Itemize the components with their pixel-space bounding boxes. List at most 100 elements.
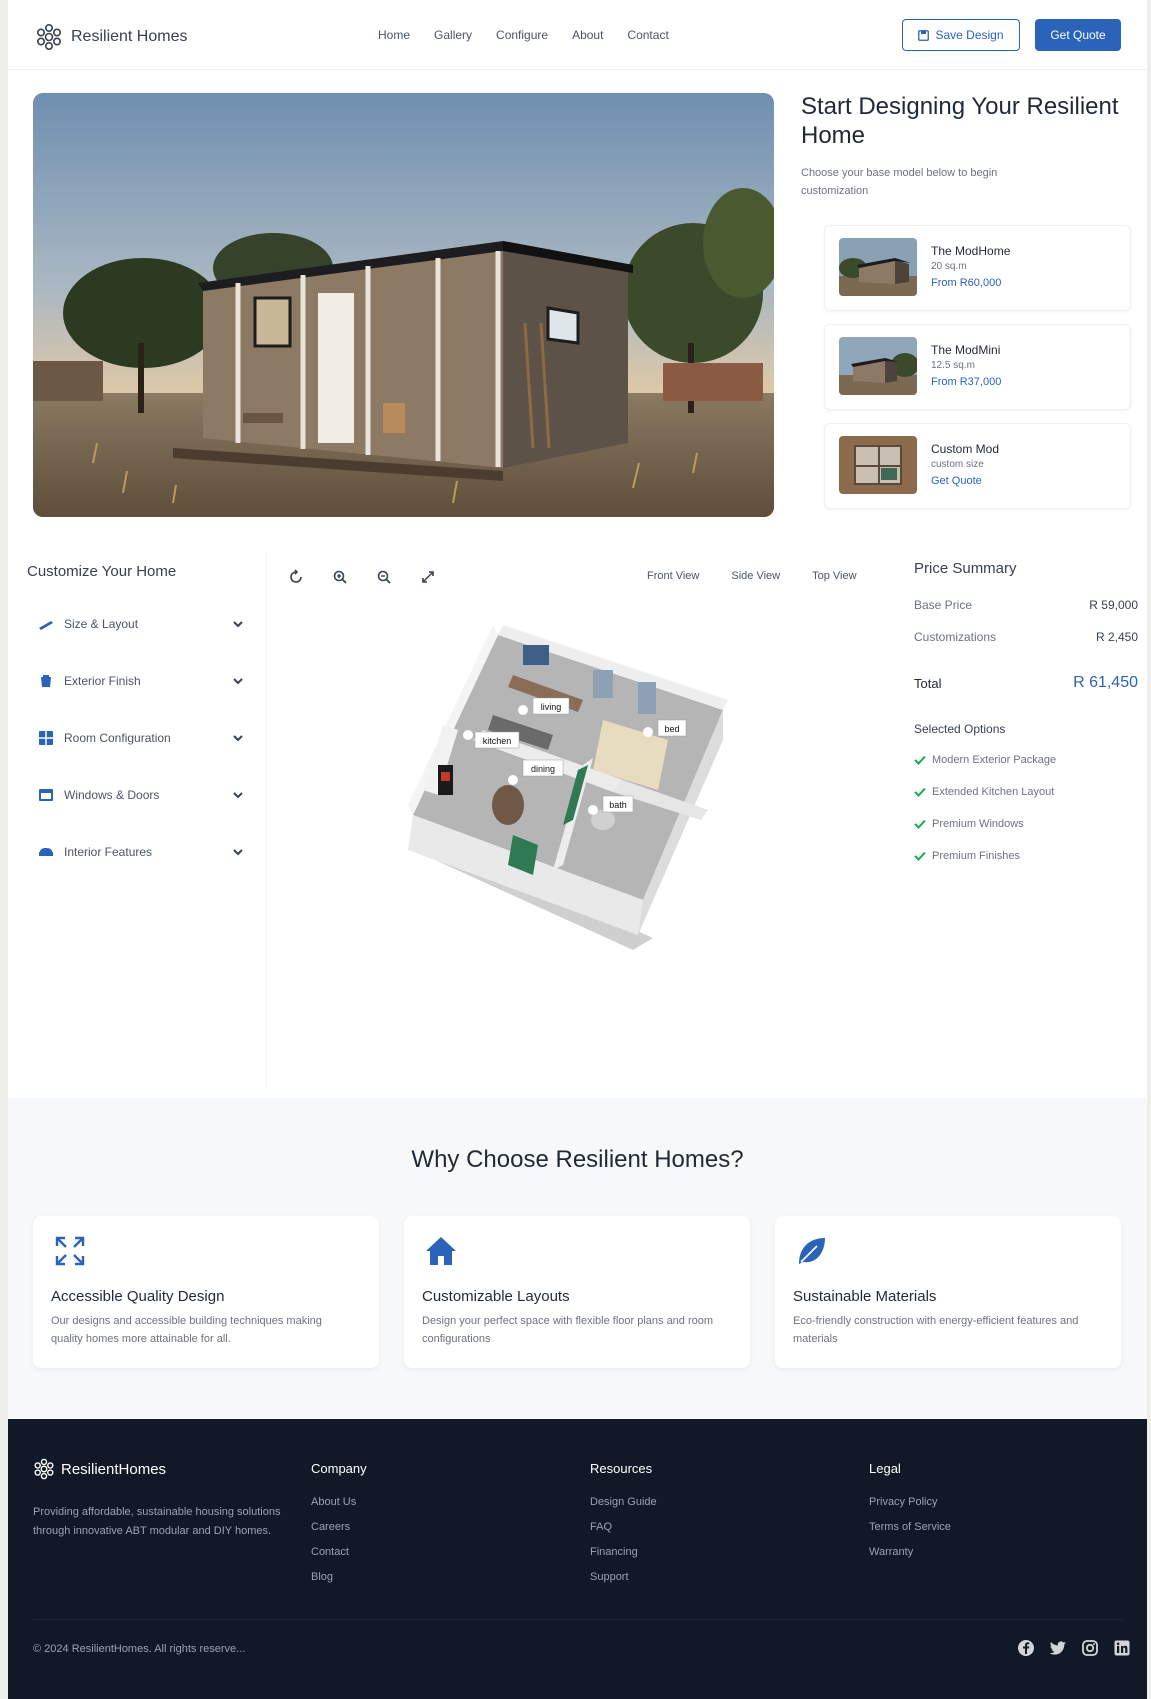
save-design-button[interactable]: Save Design bbox=[902, 19, 1020, 51]
ruler-icon bbox=[39, 621, 53, 630]
footer-link[interactable]: Contact bbox=[311, 1540, 367, 1565]
brand-logo[interactable]: Resilient Homes bbox=[35, 22, 187, 52]
panel-divider bbox=[266, 550, 267, 1090]
model-card-custom[interactable]: Custom Mod custom size Get Quote bbox=[824, 423, 1131, 509]
customizations-value: R 2,450 bbox=[1095, 630, 1138, 644]
brand-name: Resilient Homes bbox=[71, 28, 188, 45]
get-quote-button[interactable]: Get Quote bbox=[1035, 19, 1121, 51]
accordion-size-layout[interactable]: Size & Layout bbox=[38, 609, 244, 639]
footer-column-resources: Resources Design Guide FAQ Financing Sup… bbox=[590, 1461, 657, 1590]
model-name: The ModHome bbox=[931, 244, 1011, 258]
chevron-down-icon bbox=[233, 678, 243, 685]
model-price: Get Quote bbox=[931, 475, 982, 487]
customize-title: Customize Your Home bbox=[27, 563, 177, 580]
expand-button[interactable] bbox=[417, 566, 439, 588]
rotate-button[interactable] bbox=[285, 566, 307, 588]
footer-link[interactable]: Careers bbox=[311, 1515, 367, 1540]
room-label-kitchen: kitchen bbox=[483, 736, 512, 746]
grid-icon bbox=[39, 731, 53, 745]
header: Resilient Homes Home Gallery Configure A… bbox=[8, 0, 1147, 70]
accordion-label: Exterior Finish bbox=[64, 674, 141, 688]
twitter-icon[interactable] bbox=[1049, 1639, 1067, 1657]
zoom-in-icon bbox=[333, 570, 347, 584]
accordion-exterior-finish[interactable]: Exterior Finish bbox=[38, 666, 244, 696]
accordion-label: Room Configuration bbox=[64, 731, 171, 745]
footer: ResilientHomes Providing affordable, sus… bbox=[8, 1419, 1147, 1699]
model-price: From R60,000 bbox=[931, 277, 1002, 289]
price-title: Price Summary bbox=[914, 560, 1017, 577]
model-name: Custom Mod bbox=[931, 442, 1000, 456]
tiny-house-photo bbox=[33, 93, 774, 517]
option-item: Premium Finishes bbox=[914, 850, 1020, 862]
feature-card: Customizable Layouts Design your perfect… bbox=[404, 1216, 750, 1368]
nav-about[interactable]: About bbox=[572, 28, 603, 42]
feature-title: Accessible Quality Design bbox=[51, 1288, 225, 1305]
model-price: From R37,000 bbox=[931, 376, 1002, 388]
view-switcher: Front View Side View Top View bbox=[634, 566, 870, 586]
option-item: Premium Windows bbox=[914, 818, 1024, 830]
footer-link[interactable]: Financing bbox=[590, 1540, 657, 1565]
save-icon bbox=[918, 29, 930, 41]
chevron-down-icon bbox=[233, 621, 243, 628]
option-label: Premium Finishes bbox=[932, 850, 1021, 862]
floorplan-model: living bed kitchen dining bath bbox=[408, 625, 728, 950]
nav-contact[interactable]: Contact bbox=[627, 28, 668, 42]
front-view-button[interactable]: Front View bbox=[634, 566, 712, 586]
flower-logo-icon bbox=[34, 1458, 54, 1480]
accordion-room-configuration[interactable]: Room Configuration bbox=[38, 723, 244, 753]
model-thumbnail bbox=[839, 238, 917, 296]
instagram-icon[interactable] bbox=[1081, 1639, 1099, 1657]
room-label-bath: bath bbox=[609, 800, 627, 810]
option-label: Modern Exterior Package bbox=[932, 754, 1057, 766]
facebook-icon[interactable] bbox=[1017, 1639, 1035, 1657]
couch-icon bbox=[39, 848, 53, 856]
house-icon bbox=[426, 1237, 456, 1265]
zoom-in-button[interactable] bbox=[329, 566, 351, 588]
footer-logo[interactable]: ResilientHomes bbox=[33, 1457, 166, 1481]
footer-link[interactable]: Privacy Policy bbox=[869, 1490, 951, 1515]
copyright: © 2024 ResilientHomes. All rights reserv… bbox=[33, 1643, 246, 1655]
total-label: Total bbox=[914, 675, 942, 691]
start-subtitle: Choose your base model below to begin cu… bbox=[801, 167, 998, 197]
social-links bbox=[1017, 1639, 1131, 1657]
room-label-living: living bbox=[541, 702, 562, 712]
check-icon bbox=[914, 819, 926, 829]
chevron-down-icon bbox=[233, 735, 243, 742]
option-item: Extended Kitchen Layout bbox=[914, 786, 1054, 798]
price-summary: Price Summary Base Price R 59,000 Custom… bbox=[914, 560, 1138, 862]
model-card-modmini[interactable]: The ModMini 12.5 sq.m From R37,000 bbox=[824, 324, 1131, 410]
base-price-row: Base Price R 59,000 bbox=[914, 598, 1138, 612]
zoom-out-icon bbox=[377, 570, 391, 584]
zoom-out-button[interactable] bbox=[373, 566, 395, 588]
why-title: Why Choose Resilient Homes? bbox=[411, 1146, 744, 1173]
nav-gallery[interactable]: Gallery bbox=[434, 28, 472, 42]
footer-link[interactable]: About Us bbox=[311, 1490, 367, 1515]
footer-link[interactable]: Terms of Service bbox=[869, 1515, 951, 1540]
top-view-button[interactable]: Top View bbox=[799, 566, 869, 586]
chevron-down-icon bbox=[233, 849, 243, 856]
paint-bucket-icon bbox=[41, 675, 51, 687]
accordion-label: Size & Layout bbox=[64, 617, 139, 631]
model-photo bbox=[839, 337, 917, 395]
option-item: Modern Exterior Package bbox=[914, 754, 1056, 766]
footer-link[interactable]: Warranty bbox=[869, 1540, 951, 1565]
floorplan-3d-view[interactable]: living bed kitchen dining bath bbox=[403, 620, 793, 980]
model-card-modhome[interactable]: The ModHome 20 sq.m From R60,000 bbox=[824, 225, 1131, 311]
option-label: Extended Kitchen Layout bbox=[932, 786, 1055, 798]
expand-icon bbox=[422, 571, 434, 583]
footer-link[interactable]: FAQ bbox=[590, 1515, 657, 1540]
nav-configure[interactable]: Configure bbox=[496, 28, 548, 42]
accordion-interior-features[interactable]: Interior Features bbox=[38, 837, 244, 867]
check-icon bbox=[914, 787, 926, 797]
model-size: 12.5 sq.m bbox=[931, 360, 975, 371]
model-photo bbox=[839, 238, 917, 296]
accordion-windows-doors[interactable]: Windows & Doors bbox=[38, 780, 244, 810]
footer-link[interactable]: Design Guide bbox=[590, 1490, 657, 1515]
linkedin-icon[interactable] bbox=[1113, 1639, 1131, 1657]
side-view-button[interactable]: Side View bbox=[718, 566, 793, 586]
viewer-toolbar bbox=[285, 566, 439, 588]
footer-link[interactable]: Support bbox=[590, 1565, 657, 1590]
footer-link[interactable]: Blog bbox=[311, 1565, 367, 1590]
nav-home[interactable]: Home bbox=[378, 28, 410, 42]
footer-column-company: Company About Us Careers Contact Blog bbox=[311, 1461, 367, 1590]
